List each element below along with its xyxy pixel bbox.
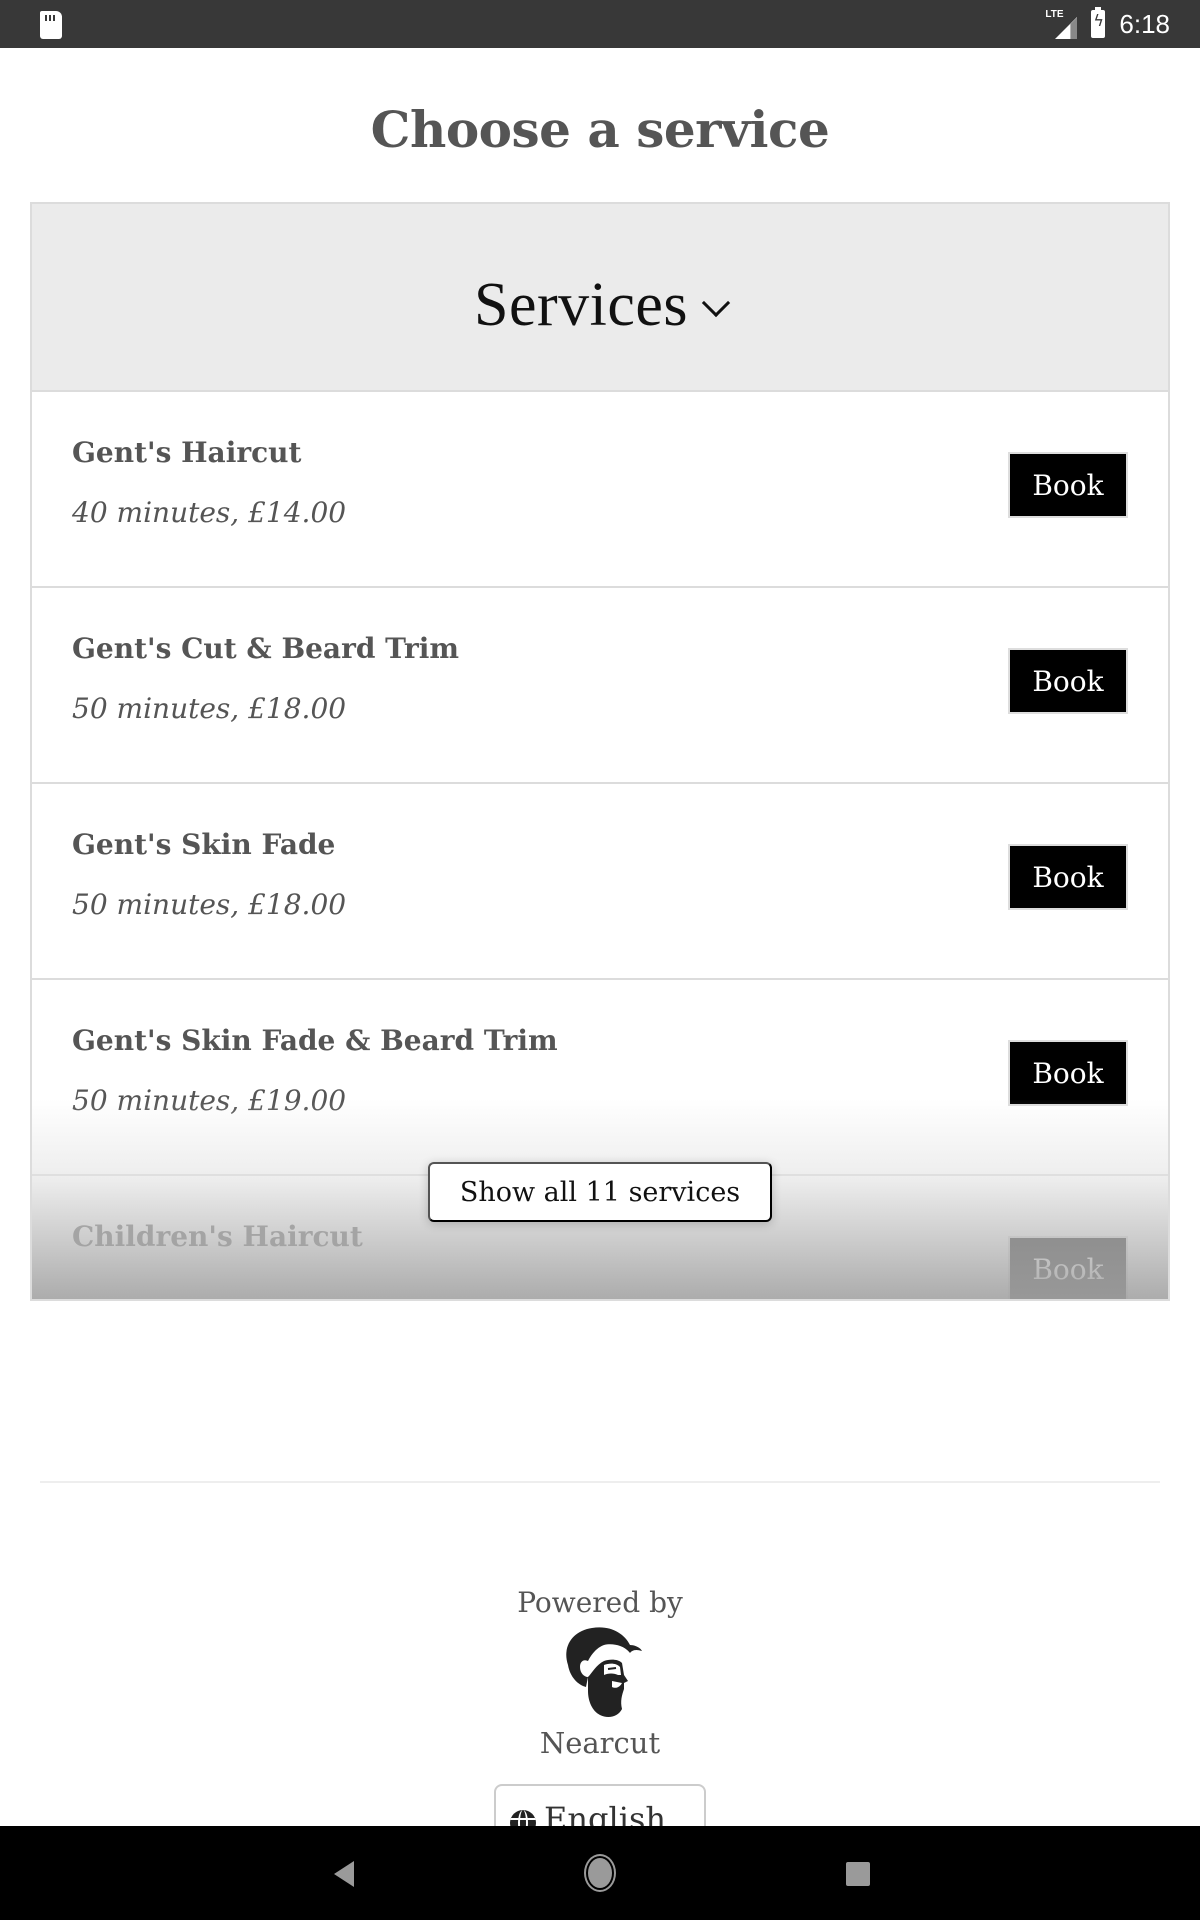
lte-signal-icon: LTE [1045,9,1078,39]
battery-charging-icon [1091,7,1106,38]
service-row: Gent's Skin Fade 50 minutes, £18.00 Book [32,784,1168,980]
navigation-bar [0,1826,1200,1920]
home-icon[interactable] [584,1854,616,1892]
service-row: Gent's Haircut 40 minutes, £14.00 Book [32,392,1168,588]
chevron-down-icon[interactable] [701,288,731,318]
status-icons: LTE 6:18 [1045,0,1170,48]
sd-card-icon [40,11,62,39]
service-duration-price: 50 minutes, £18.00 [72,888,347,921]
service-name: Gent's Skin Fade [72,828,336,861]
service-duration-price: 50 minutes, £18.00 [72,692,347,725]
service-name: Gent's Haircut [72,436,302,469]
service-duration-price: 40 minutes, £14.00 [72,496,347,529]
book-button[interactable]: Book [1008,648,1128,714]
book-button[interactable]: Book [1008,452,1128,518]
service-row: Gent's Skin Fade & Beard Trim 50 minutes… [32,980,1168,1176]
page-title: Choose a service [370,100,830,159]
book-button[interactable]: Book [1008,1236,1128,1299]
nearcut-logo-icon [566,1627,642,1717]
brand-name: Nearcut [539,1726,661,1760]
powered-by-label: Powered by [517,1586,683,1619]
services-header[interactable]: Services [32,204,1168,392]
footer-divider [40,1481,1160,1483]
services-card: Services Gent's Haircut 40 minutes, £14.… [30,202,1170,1301]
book-button[interactable]: Book [1008,1040,1128,1106]
book-button[interactable]: Book [1008,844,1128,910]
status-bar: LTE 6:18 [0,0,1200,48]
clock: 6:18 [1119,8,1170,39]
recents-icon[interactable] [846,1862,870,1886]
service-name: Children's Haircut [72,1220,363,1253]
show-all-services-button[interactable]: Show all 11 services [428,1162,772,1222]
service-name: Gent's Skin Fade & Beard Trim [72,1024,558,1057]
service-duration-price: 50 minutes, £19.00 [72,1084,347,1117]
service-row: Gent's Cut & Beard Trim 50 minutes, £18.… [32,588,1168,784]
service-name: Gent's Cut & Beard Trim [72,632,459,665]
back-icon[interactable] [334,1861,354,1887]
services-header-title: Services [473,270,689,339]
